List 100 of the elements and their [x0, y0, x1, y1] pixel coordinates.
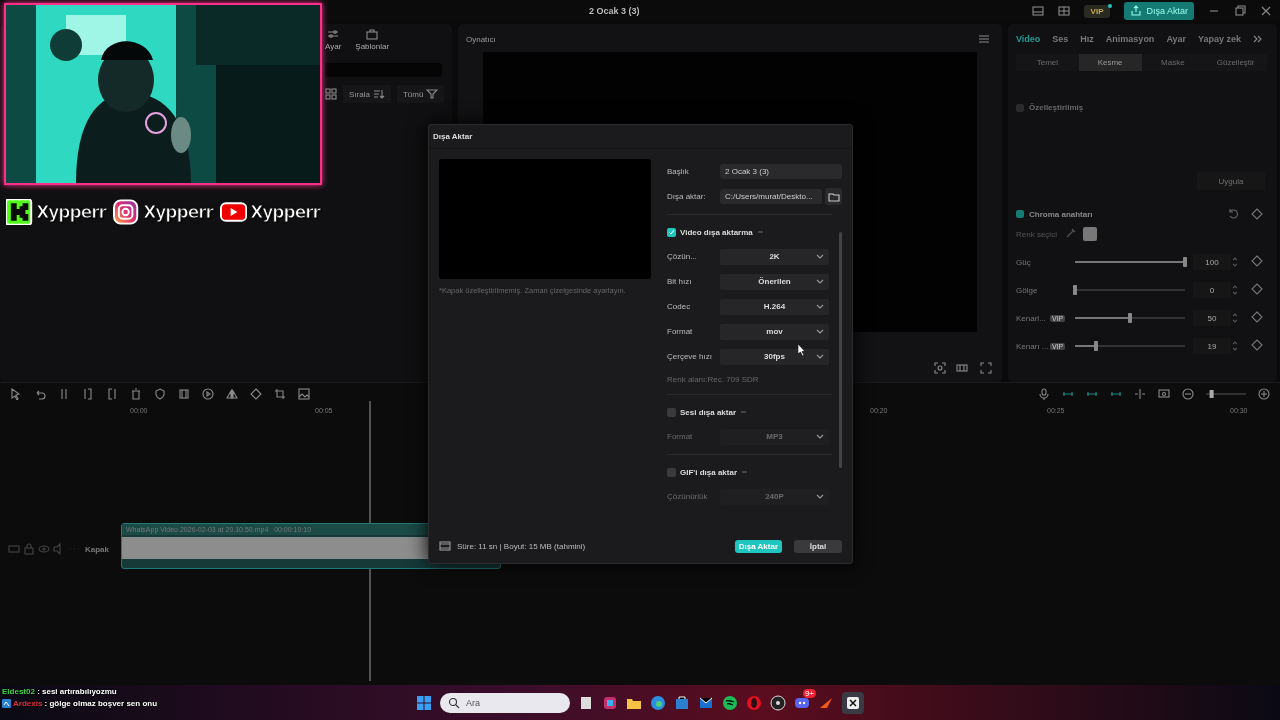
checkbox[interactable]: [667, 467, 676, 477]
apply-button[interactable]: Uygula: [1197, 172, 1265, 190]
checkbox[interactable]: [667, 227, 676, 237]
eyedropper-icon[interactable]: [1064, 227, 1077, 239]
play-circle-icon[interactable]: [202, 388, 214, 400]
segment-tab[interactable]: Maske: [1141, 54, 1205, 71]
start-icon[interactable]: [416, 694, 432, 711]
split-icon[interactable]: [1134, 388, 1146, 400]
channel-handle: Xypperr: [36, 202, 106, 222]
number-field[interactable]: 19: [1193, 338, 1231, 354]
tab[interactable]: Video: [1016, 34, 1041, 44]
crop-icon[interactable]: [274, 388, 286, 400]
office-icon[interactable]: [602, 694, 618, 711]
grid-icon[interactable]: [1057, 5, 1070, 17]
frame-icon[interactable]: [178, 388, 190, 400]
input-field[interactable]: C:/Users/murat/Deskto...: [720, 189, 822, 204]
spinner-icon[interactable]: [1231, 256, 1237, 268]
chevron-down-icon: [816, 303, 824, 309]
slider-thumb[interactable]: [1128, 313, 1132, 323]
checkbox[interactable]: [667, 407, 676, 417]
sort-button[interactable]: Sırala: [343, 85, 391, 103]
search-field[interactable]: [325, 63, 442, 77]
number-field[interactable]: 50: [1193, 310, 1231, 326]
pointer-icon[interactable]: [10, 388, 22, 400]
segment-tab[interactable]: Kesme: [1078, 54, 1142, 71]
zoom-in-icon[interactable]: [1258, 388, 1270, 400]
slider-thumb[interactable]: [1073, 285, 1077, 295]
reset-icon[interactable]: [1227, 208, 1239, 220]
dropdown[interactable]: 30fps: [720, 348, 829, 365]
split-right-icon[interactable]: [106, 388, 118, 400]
dropdown[interactable]: Önerilen: [720, 273, 829, 290]
ratio-icon[interactable]: [956, 362, 970, 374]
dropdown[interactable]: mov: [720, 323, 829, 340]
tool-button[interactable]: Şablonlar: [355, 28, 390, 51]
field-label: Çerçeve hızı: [667, 352, 713, 361]
section-label: Özelleştirilmiş: [1029, 103, 1084, 112]
browser-icon[interactable]: [746, 694, 762, 711]
dropdown[interactable]: 2K: [720, 248, 829, 265]
tab[interactable]: Yapay zek: [1198, 34, 1242, 44]
section-title: Video dışa aktarma: [680, 227, 753, 237]
slider-thumb[interactable]: [1093, 341, 1098, 351]
tool-button[interactable]: Ayar: [325, 28, 342, 51]
scrollbar[interactable]: [839, 232, 842, 468]
checkbox[interactable]: [1016, 210, 1024, 218]
keyframe-icon[interactable]: [1251, 208, 1263, 220]
input-field[interactable]: 2 Ocak 3 (3): [720, 164, 842, 179]
chevron-down-icon: [816, 278, 824, 284]
close-icon[interactable]: [1260, 5, 1272, 17]
checkbox[interactable]: [1016, 103, 1024, 112]
image-icon[interactable]: [298, 388, 310, 400]
keyframe-icon[interactable]: [1251, 311, 1263, 323]
number-field[interactable]: 100: [1193, 254, 1231, 270]
folder-button[interactable]: [825, 188, 842, 205]
video-track-icon[interactable]: [8, 543, 20, 555]
tab[interactable]: Ses: [1052, 34, 1069, 44]
layout-icon[interactable]: [1031, 5, 1044, 17]
preview-icon[interactable]: [1158, 388, 1170, 400]
youtube-icon: [220, 199, 248, 225]
undo-icon[interactable]: [34, 388, 46, 400]
browser-icon[interactable]: [650, 694, 666, 711]
slider-thumb[interactable]: [1183, 257, 1187, 267]
color-swatch[interactable]: [1082, 227, 1097, 241]
adjust-icon: [327, 28, 340, 40]
microphone-icon[interactable]: [1038, 388, 1050, 400]
search-field[interactable]: Ara: [440, 692, 570, 713]
tab[interactable]: Ayar: [1166, 34, 1187, 44]
segment-tab[interactable]: Temel: [1016, 54, 1079, 71]
fullscreen-icon[interactable]: [980, 362, 992, 374]
menu-icon[interactable]: [978, 33, 990, 45]
view-grid-icon[interactable]: [325, 88, 337, 100]
color-space-note: Renk alanı:Rec. 709 SDR: [667, 373, 760, 386]
cancel-button[interactable]: İptal: [794, 539, 842, 553]
shield-icon[interactable]: [154, 388, 166, 400]
focus-icon[interactable]: [934, 362, 946, 374]
music-icon[interactable]: [722, 694, 738, 711]
export-button[interactable]: Dışa Aktar: [1124, 2, 1194, 20]
spinner-icon[interactable]: [1231, 312, 1237, 324]
tab[interactable]: Hız: [1080, 34, 1094, 44]
spinner-icon[interactable]: [1231, 340, 1237, 352]
keyframe-icon[interactable]: [1251, 283, 1263, 295]
keyframe-icon[interactable]: [1251, 339, 1263, 351]
zoom-out-icon[interactable]: [1182, 388, 1194, 400]
tab[interactable]: Animasyon: [1105, 34, 1155, 44]
slider-label: Kenarl...: [1016, 313, 1047, 323]
split-icon[interactable]: [58, 388, 70, 400]
restore-icon[interactable]: [1234, 5, 1246, 17]
record-icon[interactable]: [770, 694, 786, 711]
segment-tab[interactable]: Güzelleştir: [1204, 54, 1267, 71]
delete-icon[interactable]: [130, 388, 142, 400]
spinner-icon[interactable]: [1231, 284, 1237, 296]
keyframe-icon[interactable]: [1251, 255, 1263, 267]
document-icon[interactable]: [578, 694, 594, 711]
chevrons-icon[interactable]: [1253, 33, 1263, 45]
dropdown[interactable]: H.264: [720, 298, 829, 315]
filter-button[interactable]: Tümü: [396, 85, 445, 103]
store-icon[interactable]: [674, 694, 690, 711]
mirror-icon[interactable]: [226, 388, 238, 400]
number-field[interactable]: 0: [1193, 282, 1231, 298]
split-left-icon[interactable]: [82, 388, 94, 400]
zoom-slider[interactable]: [1206, 388, 1246, 400]
